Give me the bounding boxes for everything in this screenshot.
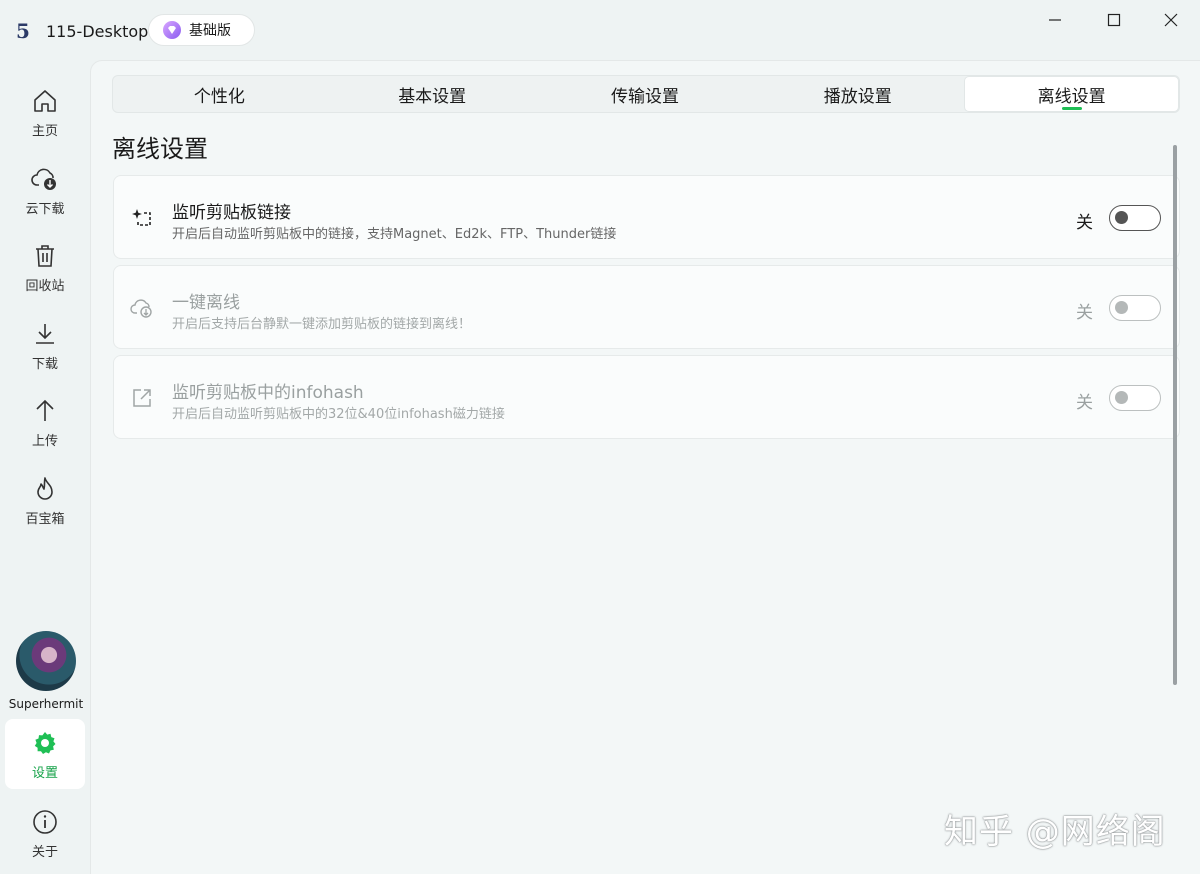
setting-title: 一键离线 [172,293,240,313]
settings-tabs: 个性化 基本设置 传输设置 播放设置 离线设置 [112,75,1180,113]
gear-icon [30,728,60,758]
toggle-knob [1115,391,1128,404]
sidebar-item-label: 主页 [31,123,58,139]
tab-personalize[interactable]: 个性化 [113,76,326,112]
sidebar-item-toolbox[interactable]: 百宝箱 [5,465,85,535]
setting-description: 开启后支持后台静默一键添加剪贴板的链接到离线！ [172,317,472,332]
cloud-download-icon [130,296,154,320]
avatar[interactable] [16,631,76,691]
download-icon [30,319,60,349]
sidebar-item-recycle[interactable]: 回收站 [5,232,85,302]
sidebar-item-label: 百宝箱 [25,511,65,527]
sidebar-item-label: 回收站 [25,278,65,294]
toggle-state-label: 关 [1076,393,1093,413]
sidebar-item-cloud-download[interactable]: 云下载 [5,155,85,225]
main-panel: 个性化 基本设置 传输设置 播放设置 离线设置 离线设置 监听剪贴板链接 开启后… [90,60,1200,874]
sidebar-item-label: 设置 [31,765,58,781]
trash-icon [30,241,60,271]
setting-clipboard-link: 监听剪贴板链接 开启后自动监听剪贴板中的链接，支持Magnet、Ed2k、FTP… [113,175,1180,259]
setting-description: 开启后自动监听剪贴板中的32位&40位infohash磁力链接 [172,407,505,422]
sidebar-item-home[interactable]: 主页 [5,77,85,147]
edition-badge[interactable]: 基础版 [148,14,255,46]
sidebar: 主页 云下载 回收站 下载 上传 百宝箱 Superhermit 设置 关于 [0,60,90,874]
sidebar-item-upload[interactable]: 上传 [5,387,85,457]
watermark: 知乎 @网络阁 [944,812,1166,852]
sidebar-item-label: 云下载 [25,201,65,217]
edition-label: 基础版 [189,23,231,39]
sidebar-item-settings[interactable]: 设置 [5,719,85,789]
sidebar-item-label: 上传 [31,433,58,449]
info-icon [30,807,60,837]
clipboard-link-toggle[interactable] [1109,205,1161,231]
external-link-icon [130,386,154,410]
tab-offline[interactable]: 离线设置 [964,76,1179,112]
home-icon [30,86,60,116]
setting-clipboard-infohash: 监听剪贴板中的infohash 开启后自动监听剪贴板中的32位&40位infoh… [113,355,1180,439]
tab-transfer[interactable]: 传输设置 [539,76,752,112]
cloud-download-icon [30,164,60,194]
username: Superhermit [8,697,84,711]
minimize-button[interactable] [1040,8,1070,32]
sidebar-item-label: 下载 [31,356,58,372]
setting-one-click-offline: 一键离线 开启后支持后台静默一键添加剪贴板的链接到离线！ 关 [113,265,1180,349]
setting-description: 开启后自动监听剪贴板中的链接，支持Magnet、Ed2k、FTP、Thunder… [172,227,617,242]
sidebar-item-label: 关于 [31,844,58,860]
clipboard-infohash-toggle[interactable] [1109,385,1161,411]
title-bar: 5 115-Desktop 基础版 [0,0,1200,60]
vertical-scrollbar[interactable] [1173,145,1177,685]
toggle-knob [1115,211,1128,224]
sparkle-select-icon [130,206,154,230]
flame-icon [30,474,60,504]
setting-title: 监听剪贴板链接 [172,203,291,223]
setting-title: 监听剪贴板中的infohash [172,383,364,403]
sidebar-item-download[interactable]: 下载 [5,310,85,380]
tab-basic[interactable]: 基本设置 [326,76,539,112]
toggle-state-label: 关 [1076,213,1093,233]
app-logo: 5 [16,19,30,43]
tab-playback[interactable]: 播放设置 [751,76,964,112]
gem-icon [163,21,181,39]
maximize-button[interactable] [1099,8,1129,32]
close-icon [1164,13,1178,27]
one-click-offline-toggle[interactable] [1109,295,1161,321]
close-button[interactable] [1156,8,1186,32]
maximize-icon [1107,13,1121,27]
upload-icon [30,396,60,426]
toggle-state-label: 关 [1076,303,1093,323]
app-title: 115-Desktop [46,22,149,41]
toggle-knob [1115,301,1128,314]
sidebar-item-about[interactable]: 关于 [5,798,85,868]
page-title: 离线设置 [112,135,208,163]
minimize-icon [1049,19,1061,21]
